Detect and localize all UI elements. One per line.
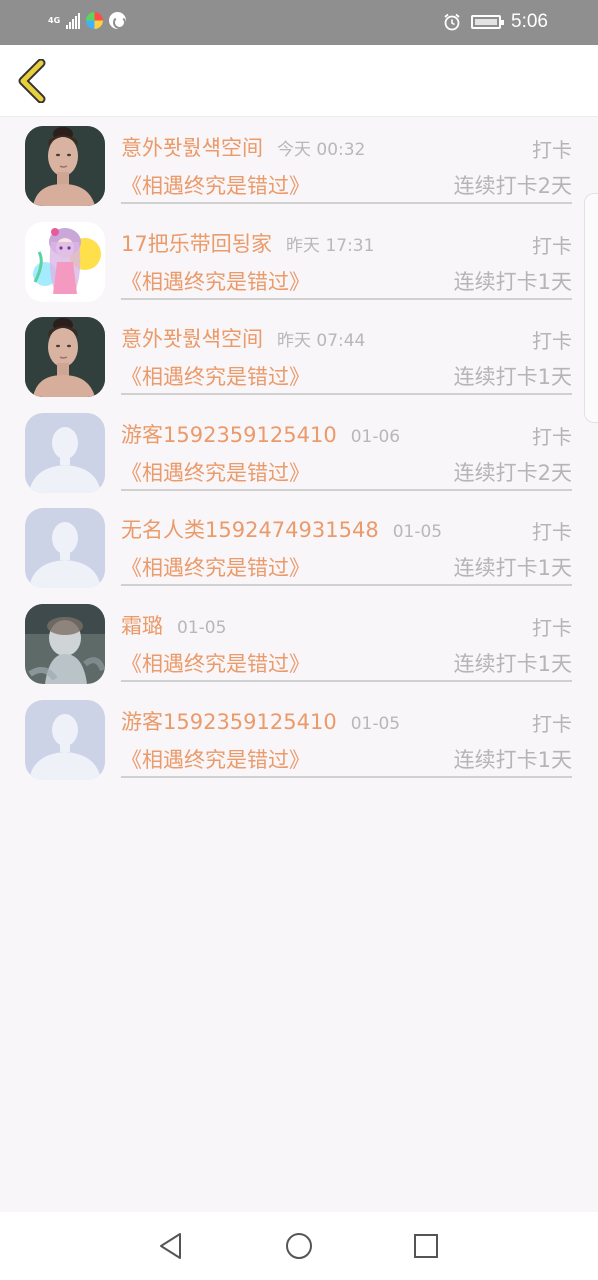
avatar[interactable] — [25, 699, 105, 780]
checkin-row[interactable]: 游客1592359125410 01-05 打卡《相遇终究是错过》 连续打卡1天 — [0, 692, 598, 788]
checkin-detail: 《相遇终究是错过》 连续打卡2天 — [121, 170, 572, 200]
checkin-row[interactable]: 意外퐛뤐섁空间 昨天 07:44 打卡《相遇终究是错过》 连续打卡1天 — [0, 309, 598, 405]
checkin-row[interactable]: 无名人类1592474931548 01-05 打卡《相遇终究是错过》 连续打卡1天 — [0, 500, 598, 596]
checkin-list: 意外퐛뤐섁空间 今天 00:32 打卡 《相遇终究是错过》 连续打卡2天 17把乐带回됭家… — [0, 118, 598, 787]
checkin-info: 霜璐 01-05 打卡《相遇终究是错过》 连续打卡1天 — [121, 596, 572, 682]
sync-app-icon — [109, 12, 126, 29]
checkin-detail: 《相遇终究是错过》 连续打卡1天 — [121, 648, 572, 678]
username[interactable]: 无名人类1592474931548 — [121, 518, 379, 542]
scroll-handle[interactable] — [584, 193, 598, 423]
username[interactable]: 霜璐 — [121, 614, 163, 638]
checkin-detail: 《相遇终究是错过》 连续打卡2天 — [121, 457, 572, 487]
checkin-info: 游客1592359125410 01-05 打卡《相遇终究是错过》 连续打卡1天 — [121, 692, 572, 778]
checkin-header: 意外퐛뤐섁空间 今天 00:32 打卡 — [121, 132, 572, 162]
action-label: 打卡 — [532, 138, 572, 162]
checkin-info: 无名人类1592474931548 01-05 打卡《相遇终究是错过》 连续打卡1天 — [121, 500, 572, 587]
checkin-row[interactable]: 游客1592359125410 01-06 打卡《相遇终究是错过》 连续打卡2天 — [0, 405, 598, 501]
checkin-detail: 《相遇终究是错过》 连续打卡1天 — [121, 744, 572, 774]
song-title[interactable]: 《相遇终究是错过》 — [121, 270, 310, 294]
checkin-time: 昨天 07:44 — [276, 331, 366, 352]
back-triangle-icon[interactable] — [156, 1231, 186, 1261]
checkin-time: 01-05 — [177, 617, 227, 638]
checkin-detail: 《相遇终究是错过》 连续打卡1天 — [121, 552, 572, 582]
avatar[interactable] — [25, 221, 105, 302]
checkin-row[interactable]: 17把乐带回됭家 昨天 17:31 打卡《相遇终究是错过》 连续打卡1天 — [0, 214, 598, 310]
checkin-info: 意外퐛뤐섁空间 今天 00:32 打卡《相遇终究是错过》 连续打卡2天 — [121, 118, 572, 204]
action-label: 打卡 — [532, 711, 572, 736]
checkin-row[interactable]: 意外퐛뤐섁空间 今天 00:32 打卡《相遇终究是错过》 连续打卡2天 — [0, 118, 598, 214]
action-label: 打卡 — [532, 615, 572, 640]
checkin-time: 01-05 — [392, 522, 443, 543]
checkin-time: 今天 00:32 — [276, 140, 366, 160]
checkin-time: 01-06 — [350, 426, 401, 447]
checkin-detail: 《相遇终究是错过》 连续打卡1天 — [121, 361, 572, 391]
username[interactable]: 17把乐带回됭家 — [121, 232, 272, 256]
checkin-info: 游客1592359125410 01-06 打卡《相遇终究是错过》 连续打卡2天 — [121, 405, 572, 491]
checkin-header: 游客1592359125410 01-06 打卡 — [121, 419, 572, 449]
back-button[interactable] — [14, 59, 48, 103]
song-title[interactable]: 《相遇终究是错过》 — [121, 461, 310, 485]
checkin-info: 17把乐带回됭家 昨天 17:31 打卡《相遇终究是错过》 连续打卡1天 — [121, 214, 572, 300]
action-label: 打卡 — [532, 520, 572, 545]
action-label: 打卡 — [532, 329, 572, 354]
status-right: 5:06 — [443, 11, 548, 33]
status-time: 5:06 — [511, 11, 548, 32]
network-type-label: 4G — [48, 15, 61, 25]
recents-square-icon[interactable] — [411, 1231, 441, 1261]
avatar[interactable] — [25, 126, 105, 206]
streak-label: 连续打卡2天 — [453, 174, 572, 198]
checkin-info: 意外퐛뤐섁空间 昨天 07:44 打卡《相遇终究是错过》 连续打卡1天 — [121, 309, 572, 396]
song-title[interactable]: 《相遇终究是错过》 — [121, 748, 310, 772]
home-circle-icon[interactable] — [284, 1231, 314, 1261]
checkin-header: 意外퐛뤐섁空间 昨天 07:44 打卡 — [121, 323, 572, 353]
checkin-detail: 《相遇终究是错过》 连续打卡1天 — [121, 266, 572, 296]
avatar[interactable] — [25, 412, 105, 493]
avatar[interactable] — [25, 508, 105, 589]
checkin-header: 无名人类1592474931548 01-05 打卡 — [121, 514, 572, 544]
status-bar: 4G 5:06 — [0, 0, 598, 45]
streak-label: 连续打卡1天 — [453, 556, 572, 581]
signal-icon — [66, 12, 80, 29]
checkin-header: 霜璐 01-05 打卡 — [121, 610, 572, 640]
song-title[interactable]: 《相遇终究是错过》 — [121, 652, 310, 676]
checkin-header: 游客1592359125410 01-05 打卡 — [121, 706, 572, 736]
alarm-icon — [444, 13, 460, 31]
avatar[interactable] — [25, 317, 105, 398]
streak-label: 连续打卡1天 — [453, 365, 572, 390]
checkin-time: 01-05 — [350, 713, 401, 734]
colorful-app-icon — [86, 12, 103, 29]
username[interactable]: 游客1592359125410 — [121, 423, 337, 447]
avatar[interactable] — [25, 603, 105, 684]
streak-label: 连续打卡1天 — [453, 747, 572, 772]
navigation-bar — [0, 1212, 598, 1280]
username[interactable]: 游客1592359125410 — [121, 710, 337, 734]
username[interactable]: 意外퐛뤐섁空间 — [121, 327, 263, 351]
top-bar — [0, 45, 598, 117]
song-title[interactable]: 《相遇终究是错过》 — [121, 556, 310, 580]
checkin-row[interactable]: 霜璐 01-05 打卡《相遇终究是错过》 连续打卡1天 — [0, 596, 598, 692]
song-title[interactable]: 《相遇终究是错过》 — [121, 174, 310, 198]
status-left: 4G — [48, 12, 126, 29]
streak-label: 连续打卡1天 — [453, 269, 572, 294]
checkin-time: 昨天 17:31 — [286, 235, 375, 256]
streak-label: 连续打卡2天 — [453, 460, 572, 485]
username[interactable]: 意外퐛뤐섁空间 — [121, 136, 263, 160]
battery-icon — [471, 15, 505, 29]
action-label: 打卡 — [532, 233, 572, 258]
action-label: 打卡 — [532, 424, 572, 449]
song-title[interactable]: 《相遇终究是错过》 — [121, 365, 310, 389]
checkin-header: 17把乐带回됭家 昨天 17:31 打卡 — [121, 228, 572, 258]
streak-label: 连续打卡1天 — [453, 651, 572, 676]
